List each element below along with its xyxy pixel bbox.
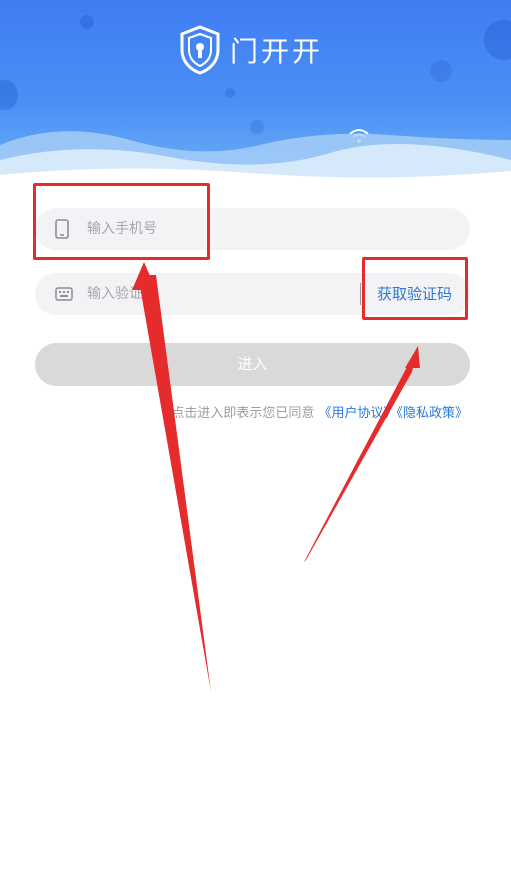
input-divider [360, 283, 361, 305]
agreement-text: 点击进入即表示您已同意 《用户协议》《隐私政策》 [171, 402, 468, 421]
arrow-to-phone [138, 275, 211, 692]
wave-decoration [0, 131, 511, 185]
code-placeholder: 输入验证码 [87, 286, 157, 302]
enter-button[interactable]: 进入 [35, 343, 470, 386]
shield-lock-icon [180, 25, 220, 75]
decor-bubble [225, 88, 235, 98]
decor-bubble [484, 20, 511, 60]
app-title: 门开开 [230, 35, 324, 68]
decor-bubble [80, 15, 94, 29]
user-agreement-link[interactable]: 《用户协议》 [318, 406, 396, 421]
agreement-prefix: 点击进入即表示您已同意 [171, 406, 315, 421]
annotation-box-phone [33, 183, 210, 260]
app-logo: 门开开 [178, 24, 323, 76]
decor-bubble [0, 80, 18, 110]
privacy-policy-link[interactable]: 《隐私政策》 [396, 406, 468, 421]
header-banner: 门开开 [0, 0, 511, 185]
keyboard-icon [55, 287, 73, 301]
decor-bubble [430, 60, 452, 82]
annotation-box-get-code [362, 257, 468, 320]
